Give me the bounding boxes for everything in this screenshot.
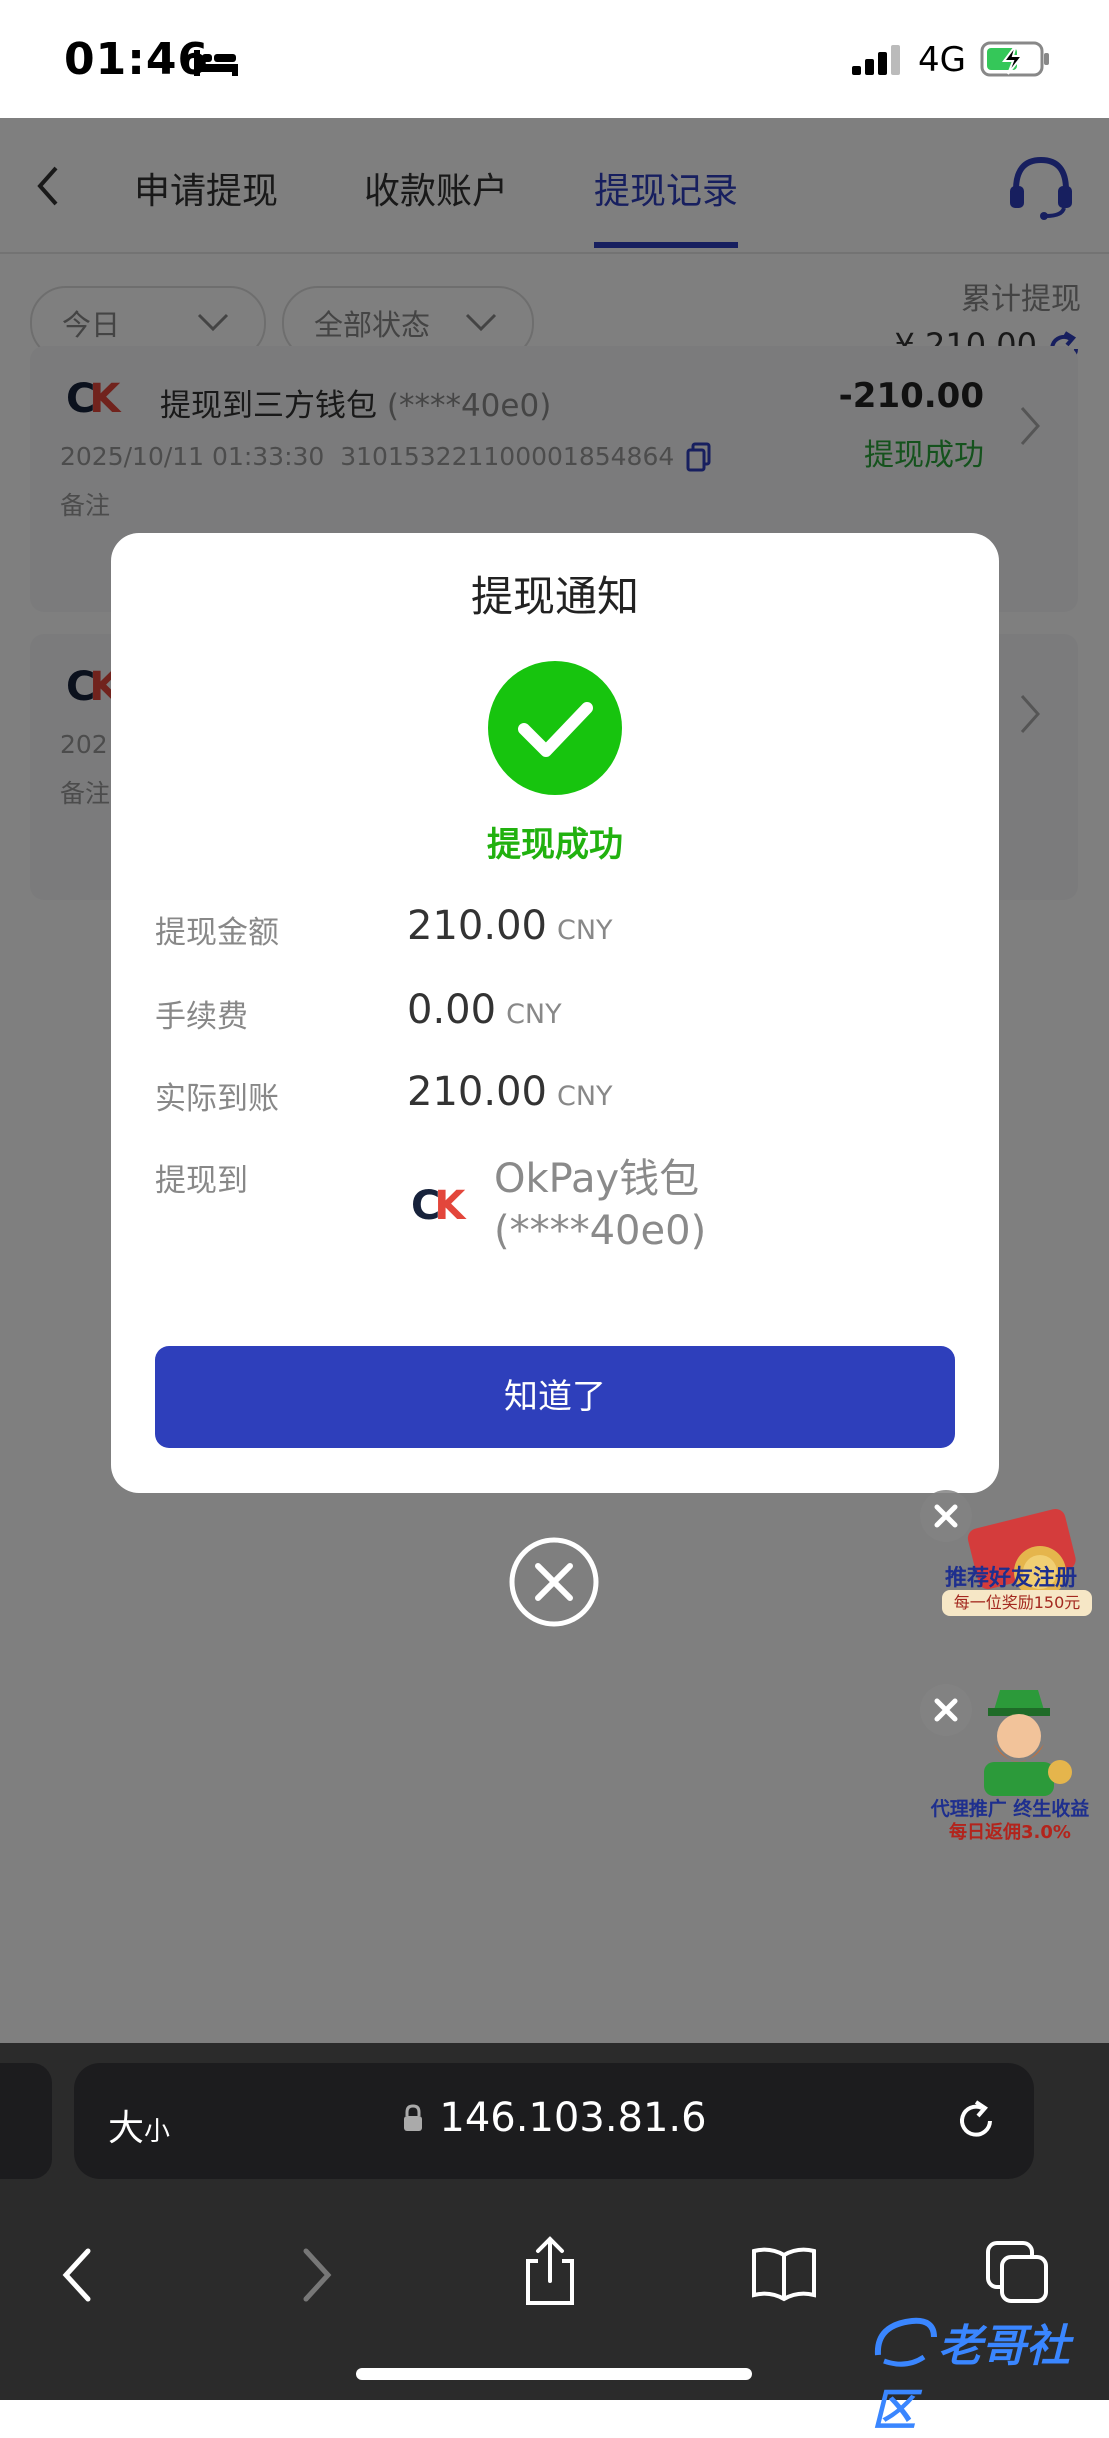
promo-referral-sub: 每一位奖励150元 [942, 1590, 1092, 1616]
bookmarks-icon[interactable] [748, 2243, 820, 2303]
received-label: 实际到账 [155, 1081, 279, 1117]
promo-agent-banner[interactable]: 代理推广 终生收益 每日返佣3.0% [920, 1684, 1100, 1849]
close-icon[interactable] [508, 1536, 600, 1628]
close-icon [934, 1504, 958, 1528]
amount-unit: CNY [556, 915, 613, 946]
success-status-text: 提现成功 [487, 825, 623, 865]
received-value: 210.00 CNY [407, 1069, 613, 1115]
received-number: 210.00 [407, 1069, 547, 1115]
tabs-icon[interactable] [984, 2239, 1050, 2305]
success-check-icon [488, 661, 622, 795]
received-unit: CNY [556, 1081, 613, 1112]
reload-icon[interactable] [952, 2097, 1000, 2145]
share-icon[interactable] [520, 2233, 580, 2309]
watermark-logo: 老哥社区 [872, 2310, 1109, 2438]
url-display: 146.103.81.6 [74, 2095, 1034, 2141]
browser-forward-icon[interactable] [296, 2245, 336, 2305]
url-text: 146.103.81.6 [439, 2095, 707, 2141]
fee-value: 0.00 CNY [407, 987, 562, 1033]
previous-tab-preview[interactable] [0, 2063, 52, 2179]
promo-referral-title: 推荐好友注册 [944, 1566, 1077, 1591]
signal-icon [852, 45, 900, 75]
network-type: 4G [918, 40, 966, 80]
browser-back-icon[interactable] [58, 2245, 98, 2305]
status-time: 01:46 [64, 34, 210, 85]
got-it-label: 知道了 [504, 1377, 606, 1417]
got-it-button[interactable]: 知道了 [155, 1346, 955, 1448]
fee-number: 0.00 [407, 987, 497, 1033]
promo-agent-title: 代理推广 终生收益 [930, 1798, 1090, 1820]
modal-title: 提现通知 [470, 572, 639, 621]
fee-unit: CNY [506, 999, 562, 1030]
watermark-swirl-icon [874, 2317, 937, 2367]
lock-icon [404, 2104, 423, 2131]
destination-name: OkPay钱包 (****40e0) [494, 1153, 794, 1257]
amount-value: 210.00 CNY [407, 903, 613, 949]
withdraw-notice-modal: 提现通知 提现成功 提现金额 210.00 CNY 手续费 0.00 CNY 实际到… [111, 533, 999, 1493]
destination-label: 提现到 [155, 1163, 248, 1199]
address-bar[interactable]: 大小 146.103.81.6 [74, 2063, 1034, 2179]
sleep-focus-icon [194, 50, 238, 76]
battery-charging-icon [980, 41, 1049, 77]
destination-wallet: OkPay钱包 [494, 1156, 700, 1202]
promo-close-button[interactable] [920, 1490, 972, 1542]
promo-agent-sub: 每日返佣3.0% [949, 1822, 1071, 1843]
destination-account: (****40e0) [494, 1208, 707, 1254]
leprechaun-mascot-icon [984, 1690, 1072, 1796]
okpay-logo: CK [411, 1183, 465, 1229]
status-bar: 01:46 4G [0, 0, 1109, 118]
close-icon [934, 1698, 958, 1722]
amount-label: 提现金额 [155, 915, 279, 951]
fee-label: 手续费 [155, 999, 248, 1035]
promo-close-button[interactable] [920, 1684, 972, 1736]
home-indicator [356, 2368, 752, 2380]
amount-number: 210.00 [407, 903, 547, 949]
promo-referral-banner[interactable]: 推荐好友注册 每一位奖励150元 [920, 1490, 1100, 1655]
